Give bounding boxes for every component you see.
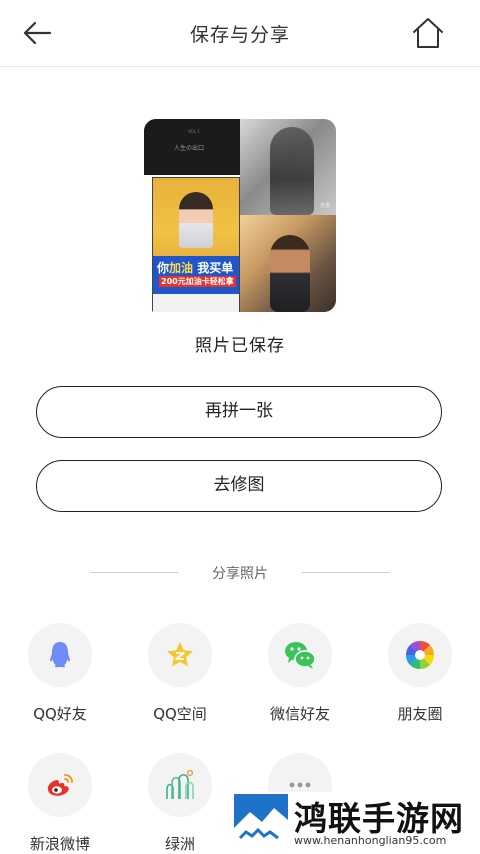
promo-poster: 你加油 我买单 200元加油卡轻松拿 bbox=[152, 177, 240, 312]
top-bar: 保存与分享 bbox=[0, 0, 480, 67]
icon-circle bbox=[148, 753, 212, 817]
share-section-title: 分享照片 bbox=[212, 566, 268, 582]
moments-aperture-icon bbox=[405, 640, 435, 670]
make-another-collage-button[interactable]: 再拼一张 bbox=[36, 386, 442, 438]
poster-footer bbox=[153, 294, 239, 312]
collage-tile-1: VOL.1 人生の出口 bbox=[144, 119, 240, 175]
share-qq-friends[interactable]: QQ好友 bbox=[10, 623, 110, 724]
portrait-figure bbox=[270, 235, 310, 312]
share-label: QQ空间 bbox=[153, 705, 207, 723]
share-weibo[interactable]: 新浪微博 bbox=[10, 753, 110, 854]
watermark-url: www.henanhonglian95.com bbox=[294, 834, 447, 847]
collage-tile-4 bbox=[240, 215, 336, 312]
share-label: 微信好友 bbox=[269, 705, 330, 723]
share-label: 朋友圈 bbox=[397, 705, 443, 723]
saved-status: 照片已保存 bbox=[195, 336, 285, 356]
share-moments[interactable]: 朋友圈 bbox=[370, 623, 470, 724]
edit-photo-button[interactable]: 去修图 bbox=[36, 460, 442, 512]
share-label: 绿洲 bbox=[164, 835, 195, 853]
weibo-icon bbox=[47, 774, 73, 796]
collage-preview: VOL.1 人生の出口 无畏 你加油 我买单 200元加油卡轻松拿 bbox=[144, 119, 336, 312]
qq-icon bbox=[50, 642, 70, 668]
home-button[interactable] bbox=[410, 15, 446, 51]
share-label: QQ好友 bbox=[33, 705, 87, 723]
poster-figure bbox=[179, 192, 213, 248]
share-qzone[interactable]: QQ空间 bbox=[130, 623, 230, 724]
poster-subline: 200元加油卡轻松拿 bbox=[159, 276, 236, 287]
watermark-logo-icon bbox=[234, 794, 288, 846]
oasis-icon bbox=[166, 769, 194, 799]
share-label: 新浪微博 bbox=[29, 835, 90, 853]
icon-circle bbox=[148, 623, 212, 687]
collage-tile-3: 你加油 我买单 200元加油卡轻松拿 bbox=[144, 175, 240, 312]
site-watermark: 鸿联手游网 www.henanhonglian95.com bbox=[232, 792, 480, 853]
poster-banner: 你加油 我买单 200元加油卡轻松拿 bbox=[153, 256, 239, 294]
home-icon bbox=[413, 18, 443, 48]
wechat-icon bbox=[285, 642, 316, 669]
icon-circle bbox=[28, 753, 92, 817]
page-title: 保存与分享 bbox=[189, 24, 290, 46]
share-oasis[interactable]: 绿洲 bbox=[130, 753, 230, 854]
icon-circle bbox=[388, 623, 452, 687]
poster-headline: 你加油 我买单 bbox=[157, 261, 234, 275]
qzone-star-icon bbox=[167, 642, 193, 667]
tile1-small-text: VOL.1 bbox=[188, 129, 200, 134]
divider bbox=[302, 572, 390, 573]
icon-circle bbox=[268, 623, 332, 687]
icon-circle bbox=[28, 623, 92, 687]
portrait-figure bbox=[270, 127, 314, 215]
share-wechat-friends[interactable]: 微信好友 bbox=[250, 623, 350, 724]
watermark-name: 鸿联手游网 bbox=[294, 799, 464, 838]
tile2-text: 无畏 bbox=[319, 203, 330, 209]
tile1-text: 人生の出口 bbox=[174, 145, 205, 152]
collage-tile-2: 无畏 bbox=[240, 119, 336, 215]
